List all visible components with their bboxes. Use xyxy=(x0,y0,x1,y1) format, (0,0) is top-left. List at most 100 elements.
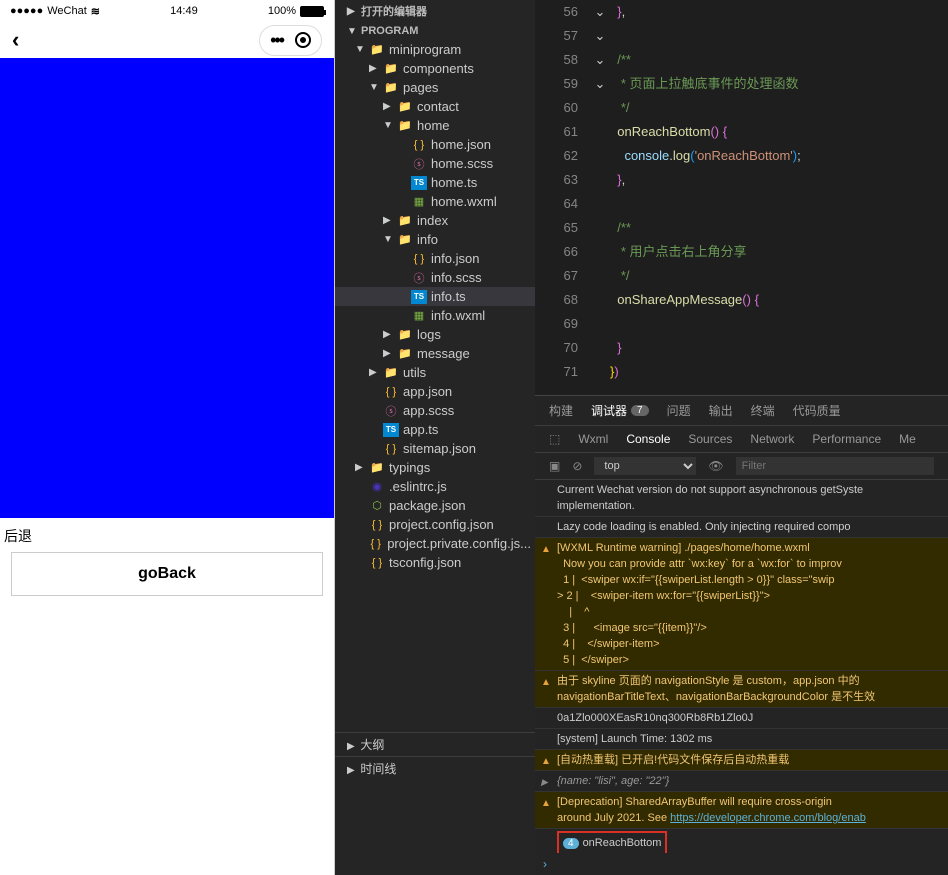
file-icon: { } xyxy=(383,442,399,456)
file-app.ts[interactable]: TSapp.ts xyxy=(335,420,535,439)
chevron-icon[interactable]: ▼ xyxy=(383,234,393,245)
console-toolbar[interactable]: ▣ ⊘ top 👁 xyxy=(535,453,948,480)
tab-Me[interactable]: Me xyxy=(899,432,916,446)
folder-message[interactable]: ▶📁message xyxy=(335,344,535,363)
console-row[interactable]: Lazy code loading is enabled. Only injec… xyxy=(535,517,948,538)
file-package.json[interactable]: ⬡package.json xyxy=(335,496,535,515)
log-text: [system] Launch Time: 1302 ms xyxy=(557,733,712,745)
context-select[interactable]: top xyxy=(594,457,696,475)
tree-label: home xyxy=(417,118,450,133)
folder-components[interactable]: ▶📁components xyxy=(335,59,535,78)
tree-label: typings xyxy=(389,460,430,475)
console-link[interactable]: https://developer.chrome.com/blog/enab xyxy=(670,812,866,824)
tab-输出[interactable]: 输出 xyxy=(709,402,733,419)
console-row[interactable]: 4onReachBottom xyxy=(535,829,948,853)
devtools-tabs-primary[interactable]: 构建 调试器7 问题 输出 终端 代码质量 xyxy=(535,396,948,426)
file-home.json[interactable]: { }home.json xyxy=(335,135,535,154)
file-info.scss[interactable]: ⓢinfo.scss xyxy=(335,268,535,287)
file-tree[interactable]: ▼📁miniprogram▶📁components▼📁pages▶📁contac… xyxy=(335,40,535,572)
menu-dots-icon[interactable]: ••• xyxy=(270,30,283,51)
chevron-icon[interactable]: ▶ xyxy=(383,215,393,226)
timeline-section[interactable]: ▶ 时间线 xyxy=(335,756,535,780)
tab-Wxml[interactable]: Wxml xyxy=(578,432,608,446)
console-row[interactable]: [system] Launch Time: 1302 ms xyxy=(535,729,948,750)
folder-miniprogram[interactable]: ▼📁miniprogram xyxy=(335,40,535,59)
chevron-icon[interactable]: ▼ xyxy=(355,44,365,55)
console-prompt[interactable]: › xyxy=(535,853,948,875)
file-info.ts[interactable]: TSinfo.ts xyxy=(335,287,535,306)
chevron-icon[interactable]: ▼ xyxy=(383,120,393,131)
capsule-menu[interactable]: ••• xyxy=(259,25,322,56)
folder-pages[interactable]: ▼📁pages xyxy=(335,78,535,97)
file-app.scss[interactable]: ⓢapp.scss xyxy=(335,401,535,420)
tab-终端[interactable]: 终端 xyxy=(751,402,775,419)
folder-info[interactable]: ▼📁info xyxy=(335,230,535,249)
wifi-icon xyxy=(91,5,100,18)
chevron-icon[interactable]: ▶ xyxy=(383,348,393,359)
folder-home[interactable]: ▼ 📁 home xyxy=(335,116,535,135)
page-content[interactable] xyxy=(0,58,334,518)
tab-代码质量[interactable]: 代码质量 xyxy=(793,402,841,419)
outline-section[interactable]: ▶ 大纲 xyxy=(335,732,535,756)
file-.eslintrc.js[interactable]: ◉.eslintrc.js xyxy=(335,477,535,496)
tree-label: project.config.json xyxy=(389,517,494,532)
toggle-sidebar-icon[interactable]: ▣ xyxy=(549,459,560,473)
file-home.scss[interactable]: ⓢhome.scss xyxy=(335,154,535,173)
folder-typings[interactable]: ▶📁typings xyxy=(335,458,535,477)
tab-Performance[interactable]: Performance xyxy=(812,432,881,446)
console-row[interactable]: Current Wechat version do not support as… xyxy=(535,480,948,517)
console-output[interactable]: Current Wechat version do not support as… xyxy=(535,480,948,853)
chevron-icon[interactable]: ▶ xyxy=(369,63,379,74)
folder-icon: 📁 xyxy=(397,328,413,342)
log-text: 0a1Zlo000XEasR10nq300Rb8Rb1Zlo0J xyxy=(557,712,753,724)
console-row[interactable]: [WXML Runtime warning] ./pages/home/home… xyxy=(535,538,948,671)
tab-问题[interactable]: 问题 xyxy=(667,402,691,419)
clear-console-icon[interactable]: ⊘ xyxy=(572,459,582,473)
file-sitemap.json[interactable]: { }sitemap.json xyxy=(335,439,535,458)
live-expr-icon[interactable]: 👁 xyxy=(708,459,723,473)
project-root[interactable]: ▼PROGRAM xyxy=(335,22,535,40)
back-icon[interactable]: ‹ xyxy=(12,27,19,53)
console-row[interactable]: 0a1Zlo000XEasR10nq300Rb8Rb1Zlo0J xyxy=(535,708,948,729)
console-row[interactable]: 由于 skyline 页面的 navigationStyle 是 custom，… xyxy=(535,671,948,708)
console-row[interactable]: [自动热重载] 已开启!代码文件保存后自动热重载 xyxy=(535,750,948,771)
file-tsconfig.json[interactable]: { }tsconfig.json xyxy=(335,553,535,572)
code-editor[interactable]: 56575859606162636465666768697071 ⌄⌄⌄⌄ },… xyxy=(535,0,948,395)
tab-调试器[interactable]: 调试器7 xyxy=(591,402,649,419)
tab-Sources[interactable]: Sources xyxy=(688,432,732,446)
folder-contact[interactable]: ▶📁contact xyxy=(335,97,535,116)
filter-input[interactable] xyxy=(736,457,934,475)
chevron-icon[interactable]: ▼ xyxy=(369,82,379,93)
open-editors-section[interactable]: ▶打开的编辑器 xyxy=(335,0,535,22)
folder-utils[interactable]: ▶📁utils xyxy=(335,363,535,382)
tab-构建[interactable]: 构建 xyxy=(549,402,573,419)
file-icon: TS xyxy=(383,423,399,437)
file-info.wxml[interactable]: ▦info.wxml xyxy=(335,306,535,325)
file-home.ts[interactable]: TShome.ts xyxy=(335,173,535,192)
console-row[interactable]: {name: "lisi", age: "22"} xyxy=(535,771,948,792)
chevron-icon[interactable]: ▶ xyxy=(383,329,393,340)
file-home.wxml[interactable]: ▦home.wxml xyxy=(335,192,535,211)
folder-icon: 📁 xyxy=(397,119,413,133)
goback-button[interactable]: goBack xyxy=(11,552,324,596)
expand-icon[interactable] xyxy=(541,774,553,786)
folder-index[interactable]: ▶📁index xyxy=(335,211,535,230)
close-target-icon[interactable] xyxy=(295,32,311,48)
folder-logs[interactable]: ▶📁logs xyxy=(335,325,535,344)
file-icon: ⓢ xyxy=(411,271,427,285)
chevron-icon[interactable]: ▶ xyxy=(369,367,379,378)
inspect-icon[interactable]: ⬚ xyxy=(549,432,560,446)
file-info.json[interactable]: { }info.json xyxy=(335,249,535,268)
chevron-icon[interactable]: ▶ xyxy=(355,462,365,473)
console-row[interactable]: [Deprecation] SharedArrayBuffer will req… xyxy=(535,792,948,829)
devtools-tabs-secondary[interactable]: ⬚ Wxml Console Sources Network Performance Me xyxy=(535,426,948,453)
tree-label: miniprogram xyxy=(389,42,461,57)
file-project.private.config.js...[interactable]: { }project.private.config.js... xyxy=(335,534,535,553)
file-app.json[interactable]: { }app.json xyxy=(335,382,535,401)
tab-Network[interactable]: Network xyxy=(750,432,794,446)
warning-icon xyxy=(541,541,553,553)
chevron-icon[interactable]: ▶ xyxy=(383,101,393,112)
file-project.config.json[interactable]: { }project.config.json xyxy=(335,515,535,534)
tab-Console[interactable]: Console xyxy=(626,432,670,446)
file-explorer[interactable]: ▶打开的编辑器 ▼PROGRAM ▼📁miniprogram▶📁componen… xyxy=(335,0,535,875)
